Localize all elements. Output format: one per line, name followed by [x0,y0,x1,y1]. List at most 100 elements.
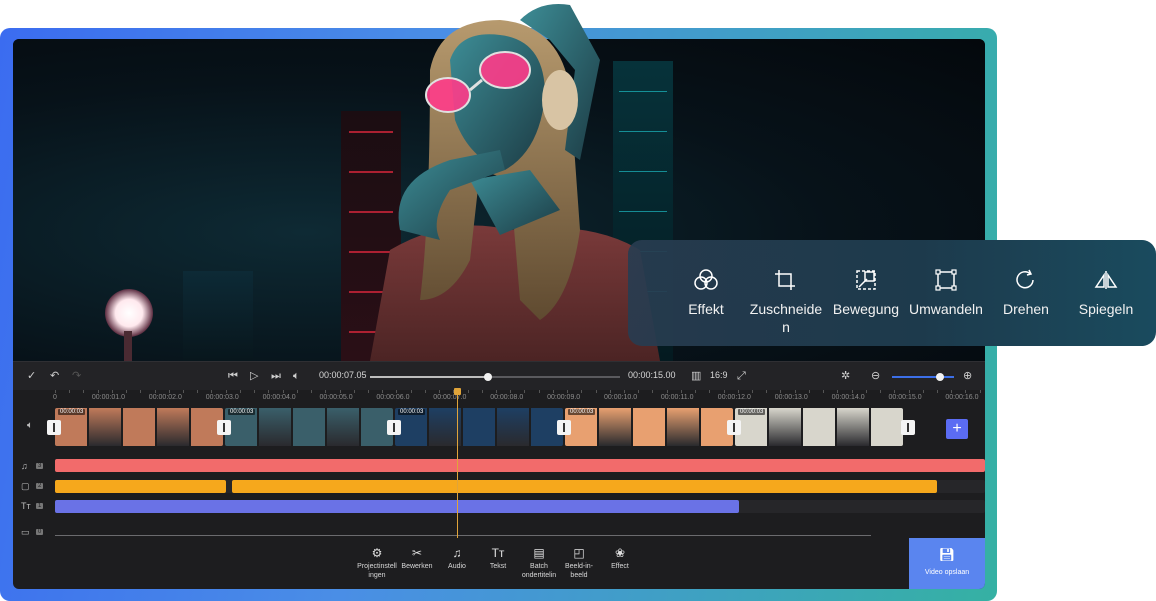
audio-clip[interactable] [55,459,985,472]
save-video-button[interactable]: 💾︎ Video opslaan [909,538,985,589]
skip-forward-icon[interactable]: ⏭ [271,369,281,383]
zoom-in-icon[interactable]: ⊕ [963,369,972,383]
ruler-tick [481,390,483,393]
ruler-tick [111,390,113,393]
audio-button[interactable]: ♫ Audio [435,546,479,571]
ruler-tick [524,390,526,393]
panel-effect-button[interactable]: Effekt [666,268,746,318]
effect-button[interactable]: ❀ Effect [598,546,642,571]
playhead[interactable] [457,390,458,538]
ruler-tick [97,390,99,393]
scrub-progress [370,376,488,378]
scrub-slider[interactable] [370,373,620,381]
video-track: 00:00:03 00:00:03 00:00:03 00:00:03 00:00:03 [47,408,915,446]
scissors-icon: ✂ [411,546,423,560]
timeline-scrollbar[interactable] [55,535,871,536]
panel-mirror-button[interactable]: Spiegeln [1066,268,1146,318]
transition-handle[interactable] [557,420,571,435]
panel-motion-button[interactable]: Bewegung [826,268,906,318]
transition-handle[interactable] [217,420,231,435]
street-lamp-post [124,331,132,361]
text-icon: Tт [491,546,505,560]
split-icon[interactable]: ✲ [841,369,850,383]
ruler-label: 00:00:06.0 [376,394,410,401]
ruler-tick [766,390,768,393]
ruler-tick [495,390,497,393]
ruler-tick [140,390,142,393]
panel-crop-button[interactable]: Zuschneide n [746,268,826,336]
ruler-label: 00:00:07.0 [433,394,467,401]
track-start-handle[interactable] [47,420,61,435]
pip-icon: ▭ [21,527,30,537]
ruler-tick [780,390,782,393]
sticker-clip[interactable] [232,480,937,493]
transition-handle[interactable] [727,420,741,435]
ruler-tick [752,390,754,393]
undo-icon[interactable]: ↶ [50,369,59,383]
panel-transform-button[interactable]: Umwandeln [906,268,986,318]
sticker-track [55,480,985,493]
edit-button[interactable]: ✂ Bewerken [395,546,439,571]
ruler-tick [211,390,213,393]
text-button[interactable]: Tт Tekst [476,546,520,571]
ruler-tick [823,390,825,393]
pip-track-count: 0 [36,529,44,535]
skip-back-icon[interactable]: ⏮ [228,369,238,383]
scrub-handle[interactable] [483,373,492,381]
ruler-tick [367,390,369,393]
ruler-tick [979,390,981,393]
track-end-handle[interactable] [901,420,915,435]
video-clip[interactable]: 00:00:03 [735,408,903,446]
project-settings-button[interactable]: ⚙ Projectinstellingen [355,546,399,580]
ruler-label: 00:00:02.0 [148,394,182,401]
timeline-ruler[interactable]: 0 00:00:01.0 00:00:02.0 00:00:03.0 00:00:04.… [13,390,985,406]
panel-rotate-button[interactable]: Drehen [986,268,1066,318]
playhead-handle[interactable] [454,388,461,395]
ruler-tick [680,390,682,393]
video-clip[interactable]: 00:00:03 [395,408,563,446]
ruler-tick [552,390,554,393]
aspect-ratio-icon[interactable]: ▥ [691,369,701,383]
music-note-icon: ♫ [452,546,462,560]
ruler-tick [538,390,540,393]
zoom-handle[interactable] [936,373,944,381]
check-icon[interactable]: ✓ [27,369,36,383]
ruler-tick [737,390,739,393]
ruler-tick [595,390,597,393]
ruler-tick [510,390,512,393]
add-clip-button[interactable]: + [946,419,968,439]
video-clip[interactable]: 00:00:03 [225,408,393,446]
transport-bar: ✓ ↶ ↷ ⏮ ▷ ⏭ 🔈︎ 00:00:07.05 00:00:15.00 ▥… [13,361,985,390]
sticker-clip[interactable] [55,480,226,493]
track-volume-icon[interactable]: 🔈︎ [27,420,33,431]
redo-icon[interactable]: ↷ [72,369,81,383]
aspect-ratio-label[interactable]: 16:9 [710,370,728,380]
clip-duration-label: 00:00:03 [738,409,766,415]
music-icon: ♫ [21,461,28,471]
gear-icon: ⚙ [371,546,383,560]
transition-handle[interactable] [387,420,401,435]
timeline-zoom-slider[interactable] [892,373,954,381]
pip-button[interactable]: ◰ Beeld-in-beeld [557,546,601,580]
ruler-tick [225,390,227,393]
ruler-tick [268,390,270,393]
mirror-icon [1094,271,1118,289]
zoom-out-icon[interactable]: ⊖ [871,369,880,383]
batch-subtitles-button[interactable]: ▤ Batch ondertitelin [517,546,561,580]
ruler-tick [965,390,967,393]
ruler-tick [837,390,839,393]
text-icon: Tт [21,501,31,511]
sticker-track-count: 2 [36,483,44,489]
ruler-tick [894,390,896,393]
text-clip[interactable] [55,500,739,513]
ruler-tick [325,390,327,393]
fullscreen-icon[interactable]: ⤢ [737,369,746,383]
ruler-label: 00:00:16.0 [945,394,979,401]
play-icon[interactable]: ▷ [250,369,258,383]
volume-icon[interactable]: 🔈︎ [293,369,300,383]
total-time: 00:00:15.00 [628,370,676,380]
clip-duration-label: 00:00:03 [228,409,256,415]
video-clip[interactable]: 00:00:03 [565,408,733,446]
rotate-icon [1016,269,1034,289]
video-clip[interactable]: 00:00:03 [55,408,223,446]
